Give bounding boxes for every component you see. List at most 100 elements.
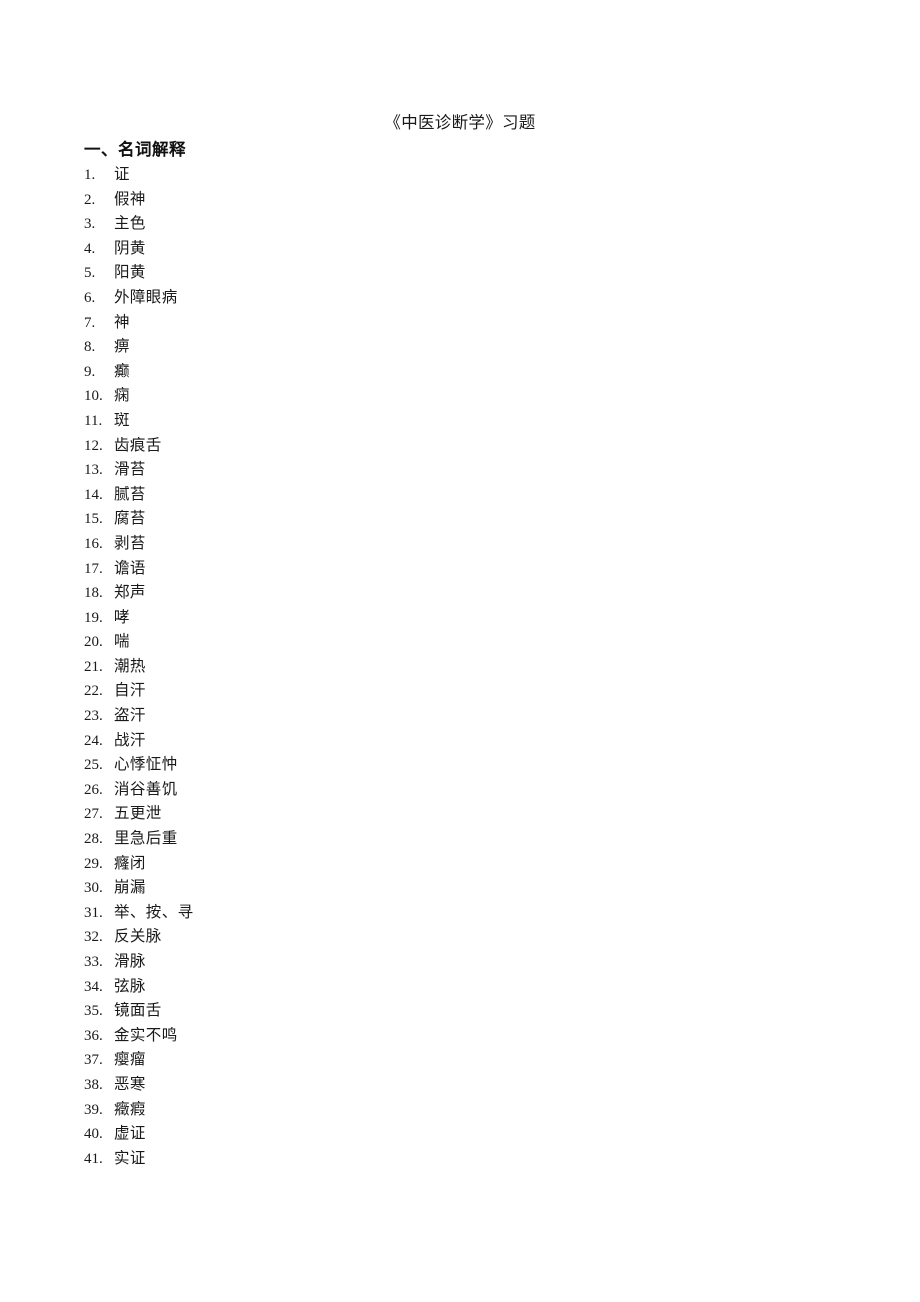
list-item: 32. 反关脉 [84, 925, 784, 950]
list-item: 36. 金实不鸣 [84, 1024, 784, 1049]
list-item-label: 癥瘕 [114, 1100, 146, 1118]
list-item-label: 痫 [114, 387, 130, 405]
list-item-label: 滑脉 [114, 953, 146, 970]
list-item-number: 40. [84, 1126, 103, 1143]
list-item-number: 22. [84, 683, 103, 700]
list-item-label: 滑苔 [114, 461, 146, 479]
list-item: 41. 实证 [84, 1147, 784, 1172]
list-item-label: 痹 [114, 338, 130, 356]
list-item: 23. 盗汗 [84, 704, 784, 729]
list-item-label: 心悸怔忡 [114, 756, 178, 774]
list-item-number: 24. [84, 732, 103, 749]
list-item-number: 21. [84, 658, 103, 675]
list-item-number: 17. [84, 560, 103, 577]
list-item-label: 癫 [114, 362, 130, 380]
list-item-label: 斑 [114, 411, 130, 429]
list-item-label: 癃闭 [114, 854, 146, 872]
list-item-label: 喘 [114, 633, 130, 651]
list-item-label: 实证 [114, 1149, 146, 1167]
list-item-number: 29. [84, 855, 103, 872]
list-item-label: 恶寒 [114, 1075, 146, 1093]
list-item-label: 剥苔 [114, 534, 146, 552]
list-item: 33. 滑脉 [84, 950, 784, 975]
list-item-number: 19. [84, 609, 103, 626]
list-item-label: 盗汗 [114, 707, 146, 725]
list-item: 14. 腻苔 [84, 483, 784, 508]
list-item-label: 主色 [114, 215, 146, 233]
list-item-label: 腐苔 [114, 510, 146, 528]
list-item-label: 举、按、寻 [114, 903, 194, 921]
list-item-label: 金实不鸣 [114, 1026, 178, 1044]
list-item-number: 10. [84, 388, 103, 405]
list-item: 28. 里急后重 [84, 827, 784, 852]
list-item-label: 潮热 [114, 657, 146, 675]
list-item: 17. 谵语 [84, 557, 784, 582]
list-item-number: 34. [84, 978, 103, 995]
list-item-label: 郑声 [114, 584, 146, 602]
list-item-number: 30. [84, 880, 103, 897]
list-item-number: 4. [84, 240, 96, 257]
list-item-label: 谵语 [114, 559, 146, 577]
list-item-number: 18. [84, 585, 103, 602]
list-item-number: 14. [84, 486, 103, 503]
list-item: 8. 痹 [84, 335, 784, 360]
list-item: 13. 滑苔 [84, 458, 784, 483]
list-item-label: 齿痕舌 [114, 436, 162, 454]
list-item: 30. 崩漏 [84, 876, 784, 901]
document-page: 《中医诊断学》习题 一、名词解释 1. 证 2. 假神 3. 主色 4. 阴黄 5. 阳黄 6. 外障… [0, 0, 920, 1302]
terminology-list: 1. 证 2. 假神 3. 主色 4. 阴黄 5. 阳黄 6. 外障眼病 7. 神 8. 痹 9. 癫 10. 痫 11… [84, 163, 784, 1171]
list-item: 21. 潮热 [84, 655, 784, 680]
list-item: 16. 剥苔 [84, 532, 784, 557]
list-item: 27. 五更泄 [84, 802, 784, 827]
list-item-label: 镜面舌 [114, 1002, 162, 1020]
list-item: 2. 假神 [84, 188, 784, 213]
list-item-number: 41. [84, 1150, 103, 1167]
list-item: 18. 郑声 [84, 581, 784, 606]
list-item-number: 13. [84, 462, 103, 479]
list-item-number: 9. [84, 363, 96, 380]
list-item: 3. 主色 [84, 212, 784, 237]
list-item: 38. 恶寒 [84, 1073, 784, 1098]
list-item-number: 15. [84, 511, 103, 528]
list-item-number: 6. [84, 289, 96, 306]
list-item-label: 战汗 [114, 731, 146, 749]
list-item: 24. 战汗 [84, 729, 784, 754]
list-item-number: 2. [84, 191, 96, 208]
list-item-label: 瘿瘤 [114, 1051, 146, 1069]
list-item-label: 阴黄 [114, 239, 146, 257]
list-item-number: 5. [84, 265, 96, 282]
list-item-number: 23. [84, 708, 103, 725]
list-item: 29. 癃闭 [84, 852, 784, 877]
page-title: 《中医诊断学》习题 [384, 113, 536, 132]
list-item-number: 26. [84, 781, 103, 798]
list-item-label: 阳黄 [114, 264, 146, 282]
list-item-number: 25. [84, 757, 103, 774]
list-item: 12. 齿痕舌 [84, 434, 784, 459]
list-item-label: 虚证 [114, 1125, 146, 1143]
list-item: 26. 消谷善饥 [84, 778, 784, 803]
list-item: 4. 阴黄 [84, 237, 784, 262]
list-item-number: 1. [84, 167, 96, 183]
list-item-number: 7. [84, 314, 96, 331]
list-item: 11. 斑 [84, 409, 784, 434]
list-item: 39. 癥瘕 [84, 1098, 784, 1123]
list-item-number: 20. [84, 634, 103, 651]
list-item-number: 31. [84, 904, 103, 921]
list-item: 20. 喘 [84, 630, 784, 655]
list-item: 6. 外障眼病 [84, 286, 784, 311]
list-item-number: 12. [84, 437, 103, 454]
list-item-number: 8. [84, 339, 96, 356]
list-item: 31. 举、按、寻 [84, 901, 784, 926]
list-item-number: 11. [84, 412, 103, 429]
list-item-number: 38. [84, 1076, 103, 1093]
list-item: 10. 痫 [84, 384, 784, 409]
list-item-label: 假神 [114, 190, 146, 208]
list-item: 1. 证 [84, 163, 784, 188]
list-item: 37. 瘿瘤 [84, 1048, 784, 1073]
list-item-label: 神 [114, 313, 130, 331]
list-item: 25. 心悸怔忡 [84, 753, 784, 778]
list-item-number: 33. [84, 954, 103, 970]
list-item-label: 反关脉 [114, 928, 162, 946]
section-heading-terminology: 一、名词解释 [84, 140, 186, 159]
list-item-label: 崩漏 [114, 879, 146, 897]
